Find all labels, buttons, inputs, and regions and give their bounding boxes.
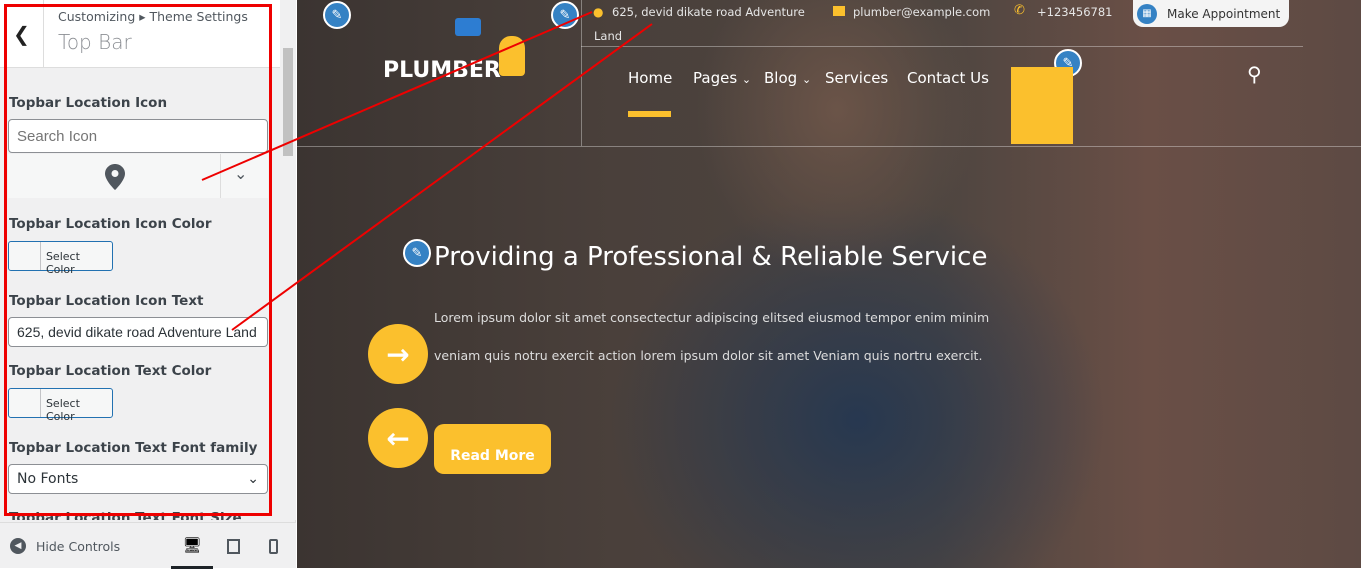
annotation-arrows bbox=[201, 11, 653, 331]
